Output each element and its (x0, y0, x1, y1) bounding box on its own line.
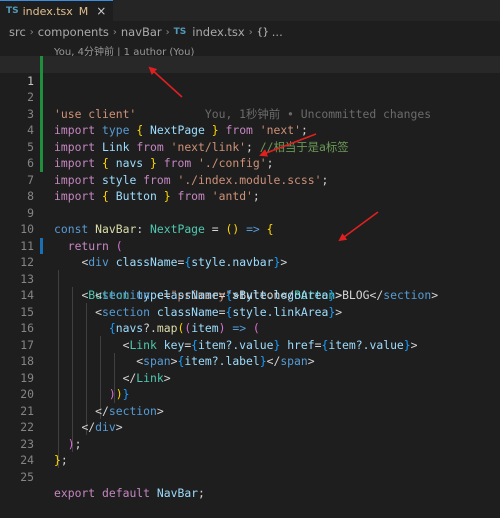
code-line[interactable]: 19 ))} (0, 353, 500, 402)
tab-filename: index.tsx (22, 4, 73, 18)
tab-index-tsx[interactable]: TS index.tsx M × (0, 0, 114, 21)
git-added-marker (40, 56, 43, 73)
code-line[interactable]: 2 import type { NextPage } from 'next'; (0, 72, 500, 137)
chevron-right-icon: › (29, 26, 34, 38)
chevron-right-icon: › (165, 26, 170, 38)
code-token: export (54, 486, 96, 500)
code-line[interactable]: 8 (0, 172, 500, 203)
symbol-braces-icon: {} (256, 26, 269, 38)
git-added-marker (40, 72, 43, 89)
code-line[interactable]: 25 export default NavBar; (0, 452, 500, 501)
git-added-marker (40, 122, 43, 139)
breadcrumb-components[interactable]: components (38, 25, 109, 39)
code-line[interactable]: 22 ); (0, 403, 500, 451)
code-token: NavBar (156, 486, 199, 500)
breadcrumb-file[interactable]: index.tsx (192, 25, 244, 39)
code-token: default (102, 486, 151, 500)
code-line[interactable]: 4 import { navs } from './config'; (0, 105, 500, 170)
code-line[interactable]: 1 'use client' You, 1秒钟前 • Uncommitted c… (0, 56, 500, 121)
code-line[interactable]: 24 (0, 436, 500, 467)
code-line[interactable]: 16 <Link key={item?.value} href={item?.v… (0, 304, 500, 352)
code-line[interactable]: 13 <section className={style.logoArea}>B… (0, 254, 500, 303)
code-line[interactable]: 17 <span>{item?.label}</span> (0, 320, 500, 369)
code-line[interactable]: 11 <div className={style.navbar}> (0, 221, 500, 270)
editor-tab-bar: TS index.tsx M × (0, 0, 500, 22)
code-line[interactable]: 9 const NavBar: NextPage = () => { (0, 188, 500, 237)
chevron-right-icon: › (248, 26, 253, 38)
close-icon[interactable]: × (96, 4, 106, 18)
modified-indicator: M (78, 4, 89, 18)
git-added-marker (40, 89, 43, 106)
code-line[interactable]: 18 </Link> (0, 337, 500, 385)
git-modified-marker (40, 237, 43, 254)
git-added-marker (40, 105, 43, 122)
code-line[interactable]: 15 {navs?.map((item) => ( (0, 287, 500, 336)
typescript-icon: TS (6, 6, 19, 16)
code-line[interactable]: 20 </section> (0, 370, 500, 418)
git-added-marker (40, 138, 43, 155)
code-line[interactable]: 12 <Button type="primary">Button</Button… (0, 237, 500, 302)
chevron-right-icon: › (112, 26, 117, 38)
breadcrumb-src[interactable]: src (9, 25, 26, 39)
code-editor[interactable]: 1 'use client' You, 1秒钟前 • Uncommitted c… (0, 56, 500, 501)
code-line[interactable]: 14 <section className={style.linkArea}> (0, 271, 500, 319)
code-line[interactable]: 21 </div> (0, 386, 500, 435)
code-line[interactable]: 7 (0, 155, 500, 187)
code-line[interactable]: 5 import style from './index.module.scss… (0, 122, 500, 187)
breadcrumb-symbol[interactable]: ... (272, 25, 283, 39)
code-line[interactable]: 23 }; (0, 419, 500, 468)
git-added-marker (40, 155, 43, 172)
breadcrumb: src › components › navBar › TS index.tsx… (0, 22, 500, 42)
code-line[interactable]: 10 return ( (0, 205, 500, 253)
typescript-icon: TS (173, 27, 187, 37)
code-line[interactable]: 3 import Link from 'next/link'; //相当于是a标… (0, 89, 500, 154)
breadcrumb-navbar[interactable]: navBar (121, 25, 162, 39)
code-line[interactable]: 6 import { Button } from 'antd'; (0, 138, 500, 203)
